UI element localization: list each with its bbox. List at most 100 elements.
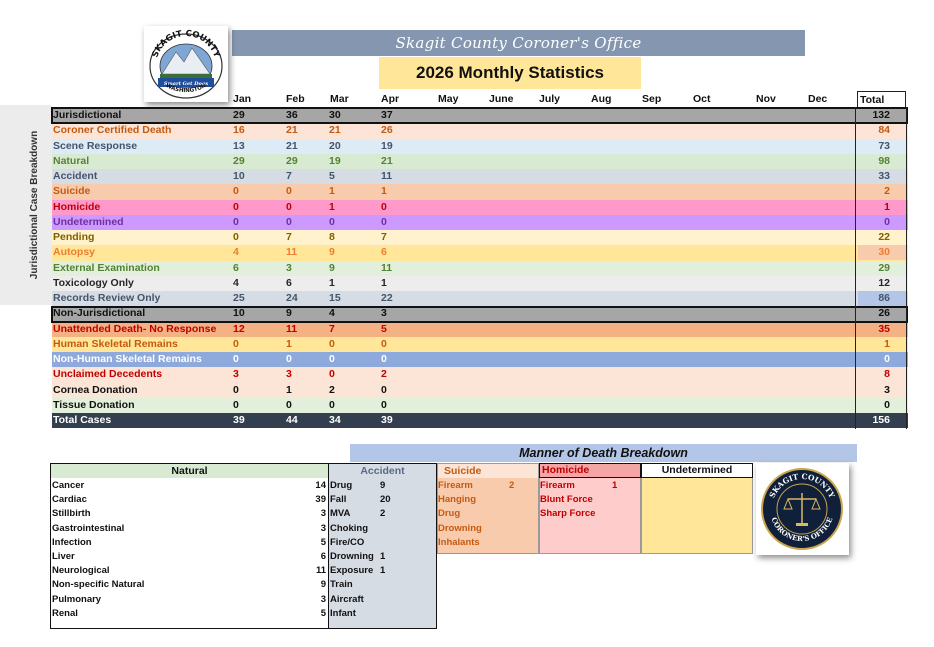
cell-jan: 25	[233, 292, 245, 304]
natural-cause-label: Renal	[52, 607, 78, 619]
cell-mar: 0	[329, 398, 335, 411]
undetermined-heading: Undetermined	[641, 463, 753, 478]
cell-apr: 1	[381, 185, 387, 198]
row-label: Natural	[53, 154, 90, 167]
cell-total: 1	[858, 199, 906, 215]
natural-cause-label: Cancer	[52, 480, 85, 491]
cell-total: 26	[858, 306, 906, 322]
cell-jan: 0	[233, 398, 239, 411]
cell-jan: 29	[233, 109, 245, 121]
natural-cause-count: 5	[320, 607, 326, 619]
cell-feb: 0	[286, 185, 292, 198]
table-row: Tissue Donation 0 0 0 0 0	[52, 397, 908, 413]
cell-feb: 11	[286, 322, 298, 335]
cell-jan: 10	[233, 170, 245, 182]
table-row: Suicide 0 0 1 1 2	[52, 184, 908, 200]
cell-apr: 0	[381, 383, 387, 396]
cell-apr: 37	[381, 109, 393, 121]
cell-mar: 9	[329, 246, 335, 259]
natural-cause-label: Cardiac	[52, 494, 87, 506]
cell-jan: 0	[233, 337, 239, 350]
natural-cause-count: 3	[320, 522, 326, 534]
cell-feb: 6	[286, 276, 292, 289]
cell-feb: 3	[286, 368, 292, 381]
natural-cause-label: Non-specific Natural	[52, 579, 145, 591]
cell-mar: 15	[329, 292, 341, 304]
coroner-seal-logo: SKAGIT COUNTY CORONER'S OFFICE	[756, 463, 849, 555]
cell-mar: 8	[329, 231, 335, 243]
cell-mar: 0	[329, 368, 335, 381]
cell-mar: 1	[329, 185, 335, 198]
row-label: Undetermined	[53, 215, 124, 228]
homicide-cause-label: Firearm	[540, 480, 575, 491]
row-label: Toxicology Only	[53, 276, 134, 289]
row-label: Unclaimed Decedents	[53, 368, 163, 381]
month-header-9: Oct	[693, 93, 711, 105]
cell-feb: 11	[286, 246, 298, 259]
side-label: Jurisdictional Case Breakdown	[29, 130, 40, 280]
cell-feb: 21	[286, 124, 298, 137]
table-row: Non-Human Skeletal Remains 0 0 0 0 0	[52, 352, 908, 368]
accident-cause-count: 1	[380, 565, 386, 577]
row-label: Suicide	[53, 185, 91, 198]
cell-total: 29	[858, 260, 906, 276]
cell-apr: 11	[381, 170, 393, 182]
cell-apr: 22	[381, 292, 393, 304]
cell-feb: 36	[286, 109, 298, 121]
suicide-cause-label: Drowning	[438, 522, 482, 534]
cell-apr: 39	[381, 414, 393, 426]
cell-jan: 29	[233, 154, 245, 167]
row-label: Accident	[53, 170, 98, 182]
natural-cause-label: Neurological	[52, 565, 110, 577]
homicide-cause-count: 1	[612, 480, 618, 491]
table-row: Coroner Certified Death 16 21 21 26 84	[52, 123, 908, 139]
accident-cause-label: Drowning	[330, 551, 374, 562]
row-label: Unattended Death- No Response	[53, 322, 217, 335]
cell-total: 86	[858, 291, 906, 306]
accident-cause-label: Fire/CO	[330, 536, 365, 548]
row-label: Scene Response	[53, 139, 138, 152]
cell-feb: 44	[286, 414, 298, 426]
cell-total: 84	[858, 123, 906, 139]
natural-cause-label: Gastrointestinal	[52, 522, 125, 534]
suicide-cause-label: Hanging	[438, 494, 476, 506]
accident-cause-count: 9	[380, 480, 386, 491]
cell-feb: 0	[286, 215, 292, 228]
natural-cause-count: 9	[320, 579, 326, 591]
cell-jan: 10	[233, 307, 245, 320]
table-row: External Examination 6 3 9 11 29	[52, 260, 908, 276]
cell-jan: 12	[233, 322, 245, 335]
table-row: Records Review Only 25 24 15 22 86	[52, 291, 908, 307]
suicide-cause-label: Inhalants	[438, 536, 480, 548]
cell-total: 1	[858, 336, 906, 352]
cell-jan: 0	[233, 231, 239, 243]
suicide-cause-label: Drug	[438, 508, 461, 520]
row-label: Non-Jurisdictional	[53, 307, 146, 320]
table-row: Accident 10 7 5 11 33	[52, 169, 908, 185]
cell-feb: 1	[286, 337, 292, 350]
cell-jan: 4	[233, 276, 239, 289]
cell-apr: 7	[381, 231, 387, 243]
accident-cause-label: Infant	[330, 607, 356, 619]
month-header-2: Mar	[330, 93, 349, 105]
row-label: Human Skeletal Remains	[53, 337, 178, 350]
cell-mar: 0	[329, 353, 335, 365]
cell-apr: 0	[381, 353, 387, 365]
cell-apr: 2	[381, 368, 387, 381]
table-row: Undetermined 0 0 0 0 0	[52, 214, 908, 230]
table-row: Unattended Death- No Response 12 11 7 5 35	[52, 321, 908, 337]
cell-total: 8	[858, 367, 906, 383]
natural-cause-count: 6	[320, 551, 326, 562]
cell-feb: 21	[286, 139, 298, 152]
cell-apr: 19	[381, 139, 393, 152]
cell-apr: 0	[381, 398, 387, 411]
cell-mar: 1	[329, 276, 335, 289]
manner-of-death-title: Manner of Death Breakdown	[350, 444, 857, 462]
natural-cause-label: Liver	[52, 551, 75, 562]
cell-apr: 26	[381, 124, 393, 137]
cell-mar: 9	[329, 261, 335, 274]
table-row: Jurisdictional 29 36 30 37 132	[52, 108, 908, 124]
suicide-cause-label: Firearm	[438, 480, 473, 491]
cell-feb: 7	[286, 231, 292, 243]
cell-feb: 29	[286, 154, 298, 167]
